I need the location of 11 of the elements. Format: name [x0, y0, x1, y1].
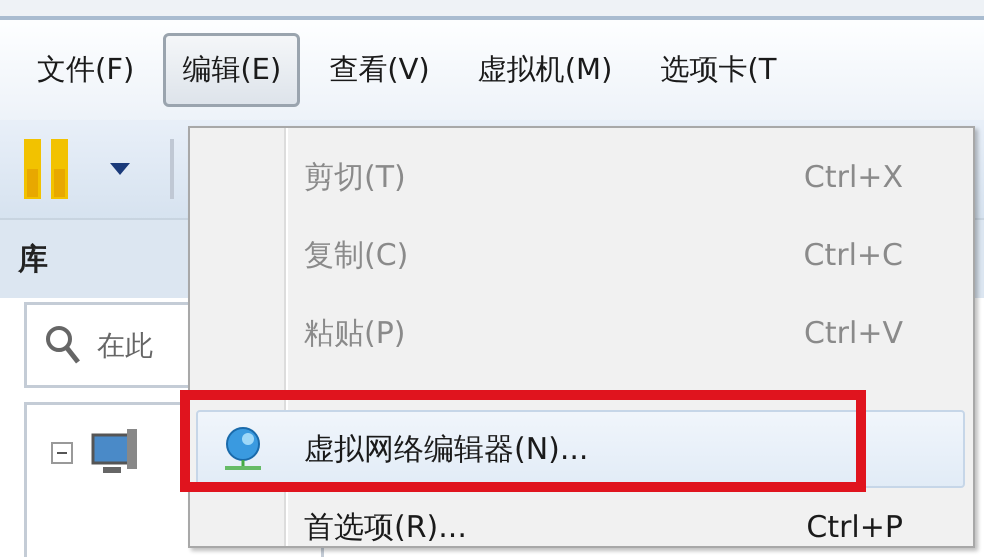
collapse-icon[interactable] [51, 442, 73, 464]
menu-item[interactable]: 选项卡(T [641, 33, 796, 107]
menu-option[interactable]: 虚拟网络编辑器(N)... [196, 410, 965, 488]
menu-item[interactable]: 编辑(E) [163, 33, 300, 107]
menu-item[interactable]: 虚拟机(M) [458, 33, 632, 107]
menu-option[interactable]: 首选项(R)... Ctrl+P [196, 488, 965, 557]
library-title: 库 [18, 240, 48, 278]
caret-icon[interactable] [110, 163, 130, 175]
menu-item[interactable]: 文件(F) [18, 33, 154, 107]
search-icon [45, 325, 81, 365]
menu-item[interactable]: 查看(V) [310, 33, 449, 107]
